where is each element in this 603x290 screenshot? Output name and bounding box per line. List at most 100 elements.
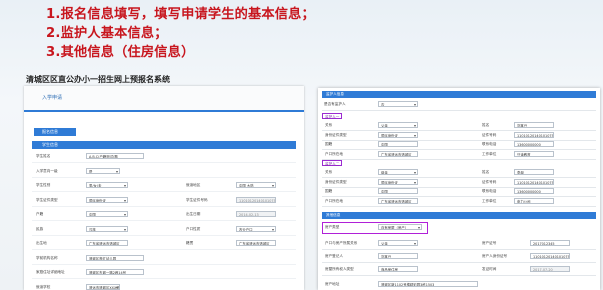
field-input[interactable]: 居民身份证 bbox=[86, 196, 128, 203]
field-label: 身份证件类型 bbox=[325, 179, 347, 184]
section-guardian: 监护人信息 bbox=[322, 91, 596, 98]
field-label: 学生性别 bbox=[36, 183, 51, 187]
field-input[interactable]: 110101201401010757 bbox=[236, 196, 276, 203]
guardian-1-tag: 监护人一 bbox=[322, 113, 343, 119]
row-divider bbox=[322, 158, 596, 160]
field-label: 民族 bbox=[36, 226, 44, 231]
field-label: 学生证件类型 bbox=[36, 197, 58, 202]
row-divider bbox=[322, 262, 596, 263]
field-input[interactable]: 广东省清远市清城区 bbox=[378, 150, 418, 157]
field-label: 关系 bbox=[325, 170, 333, 174]
field-input[interactable]: 2014-02-13 bbox=[236, 211, 276, 217]
field-input[interactable]: 父亲 bbox=[378, 240, 418, 246]
section-student: 学生信息 bbox=[32, 141, 296, 149]
field-input[interactable]: 中国 bbox=[86, 211, 128, 217]
field-label: 学前机构名称 bbox=[36, 255, 58, 260]
row-divider bbox=[32, 234, 296, 236]
row-divider bbox=[322, 186, 596, 188]
field-input[interactable]: 广东省清远市清城区 bbox=[86, 240, 128, 246]
field-input[interactable]: 13600000000 bbox=[514, 141, 554, 147]
field-label: 房产登记人 bbox=[325, 254, 343, 258]
field-input[interactable]: 中国 bbox=[378, 141, 418, 147]
field-input[interactable]: 农业户口 bbox=[236, 225, 276, 232]
field-input[interactable]: 13600000000 bbox=[514, 188, 554, 194]
field-input[interactable]: A.B.C(户籍测试)题 bbox=[86, 153, 144, 159]
section-other: 其他信息 bbox=[322, 212, 596, 219]
field-label: 工作单位 bbox=[482, 198, 497, 203]
row-divider bbox=[32, 176, 296, 178]
field-label: 入学意向一级 bbox=[36, 168, 58, 173]
field-input[interactable]: 2017-07-20 bbox=[530, 266, 570, 272]
field-input[interactable]: 是 bbox=[86, 167, 120, 174]
field-label: 家庭住址详细地址 bbox=[36, 270, 65, 274]
field-input[interactable]: 刘某兴 bbox=[514, 122, 554, 128]
field-input[interactable]: 电力公司 bbox=[514, 197, 554, 204]
tab-bar: 入学申请 bbox=[24, 86, 304, 112]
row-divider bbox=[322, 249, 596, 250]
field-input[interactable]: 广东省清远市清城区 bbox=[378, 197, 418, 204]
row-divider bbox=[322, 139, 596, 141]
house-type-select[interactable]: 自有房屋（房产） bbox=[378, 224, 422, 230]
field-label: 联系电话 bbox=[482, 189, 497, 193]
field-label: 房产证号 bbox=[482, 241, 497, 245]
system-title: 清城区区直公办小一招生网上预报名系统 bbox=[26, 75, 170, 84]
heading-2: 2.监护人基本信息； bbox=[46, 26, 168, 41]
row-divider bbox=[322, 130, 596, 131]
row-divider bbox=[32, 162, 296, 163]
field-label: 出生地 bbox=[36, 241, 47, 245]
row-divider bbox=[32, 278, 296, 279]
field-label: 姓名 bbox=[482, 170, 490, 174]
field-input[interactable]: 清城区东城一路2巷14号 bbox=[86, 269, 144, 275]
tab-application[interactable]: 入学申请 bbox=[42, 94, 62, 101]
field-input[interactable]: 清远市清城区XXX学校 bbox=[86, 283, 120, 290]
student-fields: 学生姓名 A.B.C(户籍测试)题入学意向一级 是学生性别 男/女/未 就读地区 中国 大… bbox=[24, 149, 304, 290]
field-input[interactable]: 父亲 bbox=[378, 122, 418, 128]
house-type-label: 房产类型 bbox=[325, 225, 340, 229]
field-label: 户口性质 bbox=[186, 226, 201, 231]
field-label: 关系 bbox=[325, 123, 333, 127]
address-field[interactable]: 清城区新1102号楼精彩园3栋1503 bbox=[378, 281, 478, 287]
field-label: 工作单位 bbox=[482, 151, 497, 156]
address-label: 房产地址 bbox=[325, 282, 340, 286]
field-label: 户口所在地 bbox=[325, 198, 343, 203]
section-signup: 报名信息 bbox=[34, 128, 76, 136]
heading-1: 1.报名信息填写，填写申请学生的基本信息； bbox=[46, 7, 315, 22]
field-input[interactable]: 110101201401010757 bbox=[530, 253, 570, 259]
field-input[interactable]: 母亲 bbox=[378, 169, 418, 175]
field-label: 户口与房产所属关系 bbox=[325, 241, 358, 245]
field-label: 姓名 bbox=[482, 123, 490, 127]
guardian-2-tag: 监护人二 bbox=[322, 160, 343, 166]
field-label: 证件号码 bbox=[482, 132, 497, 137]
field-input[interactable]: 110101201401010757 bbox=[514, 178, 554, 185]
field-input[interactable]: 中国 bbox=[378, 188, 418, 194]
field-input[interactable]: 汉族 bbox=[86, 225, 128, 232]
field-input[interactable]: 李母 bbox=[514, 169, 554, 175]
field-input[interactable]: 商品房住房 bbox=[378, 266, 418, 272]
has-guardian-select[interactable]: 否 bbox=[378, 101, 418, 107]
field-label: 户口所在地 bbox=[325, 151, 343, 156]
field-label: 学生姓名 bbox=[36, 154, 51, 158]
row-divider bbox=[32, 205, 296, 207]
field-input[interactable]: 中国 大陆 bbox=[236, 182, 276, 188]
field-input[interactable]: 只读教育 bbox=[514, 150, 554, 157]
field-input[interactable]: 2017012345 bbox=[530, 240, 570, 246]
field-label: 证件号码 bbox=[482, 179, 497, 184]
row-divider bbox=[322, 177, 596, 178]
field-input[interactable]: 110101201401010757 bbox=[514, 131, 554, 138]
row-divider bbox=[32, 249, 296, 250]
field-label: 学生证件号码 bbox=[186, 197, 208, 202]
application-form-panel: 入学申请 报名信息 学生信息 学生姓名 A.B.C(户籍测试)题入学意向一级 是学生… bbox=[24, 86, 304, 290]
field-input[interactable]: 刘某兴 bbox=[378, 253, 418, 259]
field-input[interactable]: 男/女/未 bbox=[86, 182, 128, 188]
field-input[interactable]: 居民身份证 bbox=[378, 131, 418, 138]
field-label: 户籍 bbox=[36, 212, 44, 216]
row-divider bbox=[322, 149, 596, 150]
field-label: 国籍 bbox=[325, 142, 333, 146]
field-label: 国籍 bbox=[325, 189, 333, 193]
heading-3: 3.其他信息（住房信息） bbox=[46, 45, 195, 60]
field-input[interactable]: 居民身份证 bbox=[378, 178, 418, 185]
field-input[interactable]: 清城区育红幼儿园 bbox=[86, 254, 144, 261]
field-label: 房产人身份证号 bbox=[482, 254, 508, 258]
row-divider bbox=[32, 220, 296, 221]
field-input[interactable]: 广东省清远市清城区 bbox=[236, 240, 276, 246]
